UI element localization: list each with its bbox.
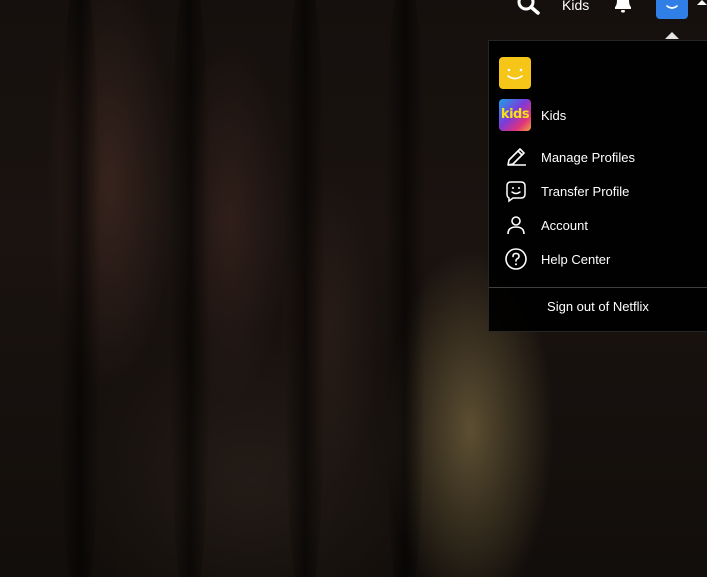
- menu-label: Help Center: [541, 251, 611, 267]
- bell-icon[interactable]: [611, 0, 635, 16]
- profile-name: Kids: [541, 107, 567, 123]
- menu-divider: [489, 287, 707, 288]
- profile-item-kids[interactable]: kids Kids: [499, 99, 566, 131]
- person-icon: [507, 216, 525, 235]
- curtain-shadow: [385, 0, 425, 577]
- curtain-shadow: [60, 0, 100, 577]
- menu-item-help-center[interactable]: Help Center: [489, 244, 707, 274]
- menu-item-transfer-profile[interactable]: Transfer Profile: [489, 176, 707, 206]
- top-navigation-bar: Kids: [0, 0, 707, 22]
- curtain-shadow: [285, 0, 325, 577]
- menu-label: Manage Profiles: [541, 149, 635, 165]
- account-dropdown-menu: kids Kids Manage Profiles Transfer Profi…: [488, 40, 707, 332]
- dropdown-pointer: [665, 32, 679, 39]
- kids-nav-link[interactable]: Kids: [562, 0, 589, 13]
- profile-item[interactable]: [499, 57, 541, 89]
- smiley-avatar-icon: [499, 57, 531, 89]
- search-icon[interactable]: [515, 0, 543, 16]
- menu-item-account[interactable]: Account: [489, 210, 707, 240]
- pencil-icon: [507, 148, 526, 166]
- curtain-shadow: [170, 0, 210, 577]
- caret-up-icon[interactable]: [697, 0, 707, 5]
- kids-avatar-text: kids: [500, 107, 530, 122]
- menu-item-manage-profiles[interactable]: Manage Profiles: [489, 142, 707, 172]
- smiley-avatar-icon: [666, 5, 678, 9]
- sign-out-link[interactable]: Sign out of Netflix: [489, 299, 707, 314]
- kids-avatar-icon: kids: [499, 99, 531, 131]
- menu-label: Transfer Profile: [541, 183, 630, 199]
- profile-avatar-button[interactable]: [656, 0, 688, 19]
- background-hero-image: Kids kids Kids Manage Profiles Transfer …: [0, 0, 707, 577]
- menu-label: Account: [541, 217, 588, 233]
- help-icon: [505, 248, 527, 270]
- transfer-profile-icon: [506, 181, 526, 203]
